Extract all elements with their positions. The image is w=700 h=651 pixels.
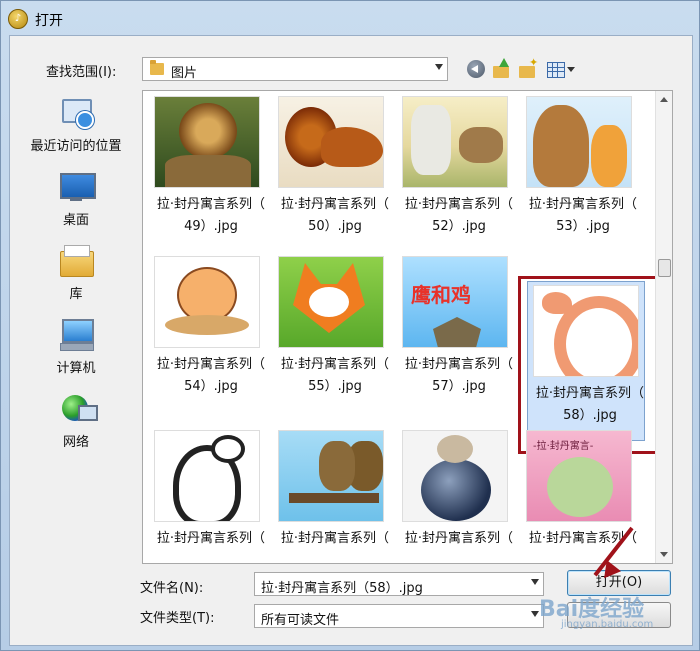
file-name-line1: 拉·封丹寓言系列（	[404, 357, 514, 372]
vertical-scrollbar[interactable]	[655, 91, 672, 563]
thumbnail-image	[533, 285, 639, 377]
file-name-line2: 54）.jpg	[184, 379, 238, 394]
folder-icon	[150, 60, 164, 75]
thumbnail-image	[154, 256, 260, 348]
file-list[interactable]: 拉·封丹寓言系列（ 49）.jpg 拉·封丹寓言系列（ 50）.jpg 拉·封丹…	[142, 90, 673, 564]
thumbnail-image	[154, 96, 260, 188]
look-in-label: 查找范围(I):	[46, 65, 117, 80]
file-name-input[interactable]: 拉·封丹寓言系列（58）.jpg	[254, 572, 544, 596]
place-computer[interactable]: 计算机	[20, 313, 132, 383]
file-name-line2: 49）.jpg	[184, 219, 238, 234]
file-name-line2: 53）.jpg	[556, 219, 610, 234]
file-tile[interactable]: 拉·封丹寓言系列（ 54）.jpg	[149, 253, 267, 413]
scrollbar-thumb[interactable]	[658, 259, 671, 277]
place-network[interactable]: 网络	[20, 387, 132, 457]
file-name-line1: 拉·封丹寓言系列（	[156, 357, 266, 372]
library-icon	[58, 243, 94, 279]
place-label: 计算机	[56, 361, 96, 376]
place-desktop[interactable]: 桌面	[20, 165, 132, 235]
place-label: 库	[69, 287, 83, 302]
desktop-icon	[58, 169, 96, 205]
thumbnail-image	[278, 430, 384, 522]
watermark: Bai度经验 jingyan.baidu.com	[521, 585, 691, 635]
file-tile[interactable]: 拉·封丹寓言系列（ 50）.jpg	[273, 93, 391, 253]
file-name-line1: 拉·封丹寓言系列（	[404, 197, 514, 212]
dialog-title: 打开	[35, 13, 63, 29]
recent-places-icon	[58, 95, 94, 131]
file-tile[interactable]: 拉·封丹寓言系列（ 53）.jpg	[521, 93, 639, 253]
place-label: 网络	[62, 435, 89, 450]
thumbnail-image	[278, 96, 384, 188]
file-name-line2: 58）.jpg	[563, 408, 617, 423]
back-icon[interactable]	[465, 58, 487, 80]
place-recent[interactable]: 最近访问的位置	[20, 91, 132, 161]
thumbnail-image	[402, 96, 508, 188]
thumbnail-image	[154, 430, 260, 522]
file-name-value: 拉·封丹寓言系列（58）.jpg	[261, 581, 423, 596]
file-tile[interactable]: 拉·封丹寓言系列（ 52）.jpg	[397, 93, 515, 253]
place-library[interactable]: 库	[20, 239, 132, 309]
computer-icon	[58, 317, 94, 353]
file-tile[interactable]: 拉·封丹寓言系列（	[397, 427, 515, 563]
file-name-line1: 拉·封丹寓言系列（	[404, 531, 514, 546]
place-label: 最近访问的位置	[30, 139, 122, 154]
file-name-label: 文件名(N):	[140, 581, 204, 596]
file-name-line1: 拉·封丹寓言系列（	[156, 197, 266, 212]
scroll-up-icon[interactable]	[660, 97, 668, 102]
file-name-line1: 拉·封丹寓言系列（	[535, 386, 645, 401]
title-bar: ♪ 打开	[1, 1, 699, 35]
app-logo-icon: ♪	[8, 9, 28, 29]
watermark-subtext: jingyan.baidu.com	[561, 619, 654, 630]
file-tile[interactable]: 拉·封丹寓言系列（ 55）.jpg	[273, 253, 391, 413]
look-in-value: 图片	[171, 66, 198, 81]
up-folder-icon[interactable]	[491, 58, 513, 80]
file-name-line1: 拉·封丹寓言系列（	[280, 357, 390, 372]
thumbnail-image	[526, 96, 632, 188]
file-name-line2: 57）.jpg	[432, 379, 486, 394]
thumbnail-image	[402, 256, 508, 348]
new-folder-icon[interactable]	[517, 56, 539, 80]
file-type-label: 文件类型(T):	[140, 611, 215, 626]
file-tile[interactable]: 拉·封丹寓言系列（ 49）.jpg	[149, 93, 267, 253]
thumbnail-image	[278, 256, 384, 348]
file-name-line1: 拉·封丹寓言系列（	[156, 531, 266, 546]
file-tile-selected[interactable]: 拉·封丹寓言系列（ 58）.jpg	[518, 276, 658, 454]
annotation-arrow-icon	[600, 522, 670, 592]
file-name-line2: 55）.jpg	[308, 379, 362, 394]
dialog-client-area: 查找范围(I): 图片 最近访问的位置 桌面 库 计算	[9, 35, 693, 646]
file-name-line2: 52）.jpg	[432, 219, 486, 234]
places-bar: 最近访问的位置 桌面 库 计算机 网络	[20, 91, 132, 561]
file-type-dropdown[interactable]: 所有可读文件	[254, 604, 544, 628]
thumbnail-image	[402, 430, 508, 522]
file-name-line1: 拉·封丹寓言系列（	[280, 531, 390, 546]
file-name-line1: 拉·封丹寓言系列（	[280, 197, 390, 212]
file-name-line1: 拉·封丹寓言系列（	[528, 197, 638, 212]
thumbnail-image	[526, 430, 632, 522]
look-in-dropdown[interactable]: 图片	[142, 57, 448, 81]
view-menu-icon[interactable]	[545, 58, 579, 80]
place-label: 桌面	[62, 213, 89, 228]
file-tile[interactable]: 拉·封丹寓言系列（	[273, 427, 391, 563]
file-tile[interactable]: 拉·封丹寓言系列（	[149, 427, 267, 563]
file-name-line2: 50）.jpg	[308, 219, 362, 234]
chevron-down-icon[interactable]	[435, 64, 443, 70]
open-file-dialog: ♪ 打开 查找范围(I): 图片 最近访问的位置 桌面 库	[0, 0, 700, 651]
network-icon	[58, 391, 98, 427]
file-type-value: 所有可读文件	[261, 613, 340, 628]
file-tile[interactable]: 拉·封丹寓言系列（ 57）.jpg	[397, 253, 515, 413]
